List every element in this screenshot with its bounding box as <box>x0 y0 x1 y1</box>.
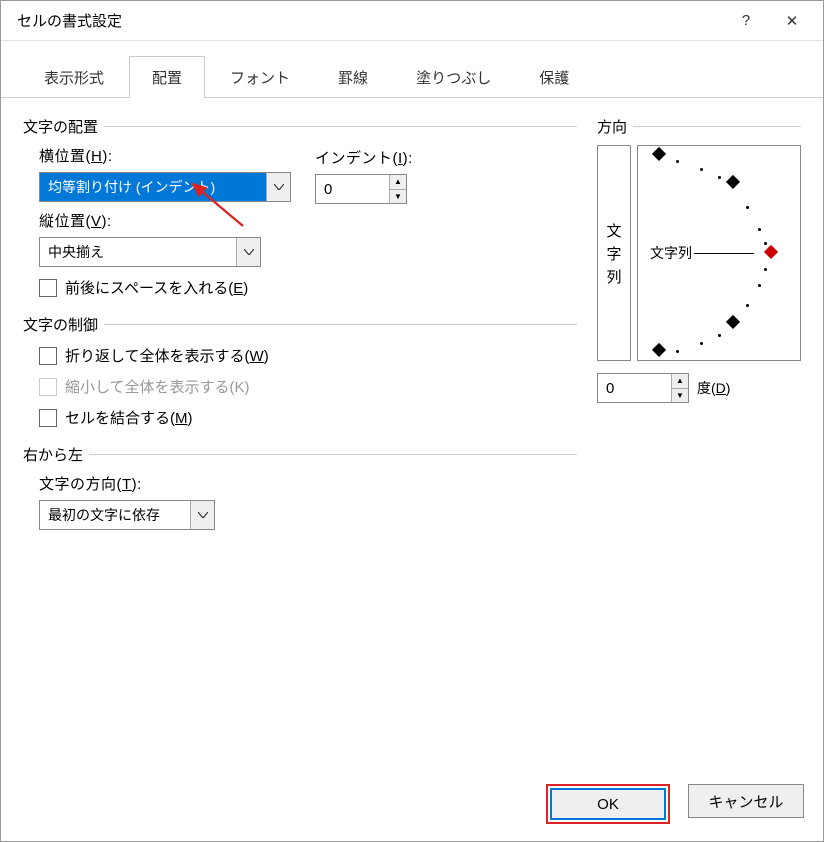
section-text-alignment: 文字の配置 <box>23 116 577 137</box>
shrink-to-fit-label: 縮小して全体を表示する(K) <box>65 376 250 397</box>
section-orientation: 方向 <box>597 116 801 137</box>
vertical-text-button[interactable]: 文 字 列 <box>597 145 631 361</box>
indent-down-button[interactable]: ▼ <box>390 190 406 204</box>
close-button[interactable]: ✕ <box>769 5 815 37</box>
tab-font[interactable]: フォント <box>207 56 313 98</box>
tab-fill[interactable]: 塗りつぶし <box>393 56 514 98</box>
degree-label: 度(D) <box>697 378 730 398</box>
degree-spinner[interactable]: ▲ ▼ <box>597 373 689 403</box>
horizontal-combo-text: 均等割り付け (インデント) <box>40 173 266 201</box>
justify-distributed-label: 前後にスペースを入れる(E) <box>65 277 248 298</box>
tab-border[interactable]: 罫線 <box>315 56 391 98</box>
indent-label: インデント(I): <box>315 147 413 168</box>
wrap-text-label: 折り返して全体を表示する(W) <box>65 345 269 366</box>
text-direction-combo[interactable]: 最初の文字に依存 <box>39 500 215 530</box>
indent-spinner[interactable]: ▲ ▼ <box>315 174 407 204</box>
horizontal-combo[interactable]: 均等割り付け (インデント) <box>39 172 291 202</box>
dialog-title: セルの書式設定 <box>17 10 723 31</box>
tab-alignment[interactable]: 配置 <box>129 56 205 98</box>
vertical-label: 縦位置(V): <box>39 210 261 231</box>
vertical-combo[interactable]: 中央揃え <box>39 237 261 267</box>
degree-input[interactable] <box>598 374 671 402</box>
tab-format[interactable]: 表示形式 <box>21 56 127 98</box>
degree-up-button[interactable]: ▲ <box>672 374 688 389</box>
indent-input[interactable] <box>316 175 389 203</box>
indent-up-button[interactable]: ▲ <box>390 175 406 190</box>
text-direction-label: 文字の方向(T): <box>39 473 215 494</box>
merge-cells-label: セルを結合する(M) <box>65 407 193 428</box>
text-direction-combo-text: 最初の文字に依存 <box>40 501 190 529</box>
ok-button[interactable]: OK <box>550 788 666 820</box>
section-rtl: 右から左 <box>23 444 577 465</box>
merge-cells-checkbox[interactable] <box>39 409 57 427</box>
tab-protection[interactable]: 保護 <box>516 56 592 98</box>
wrap-text-checkbox[interactable] <box>39 347 57 365</box>
horizontal-label: 横位置(H): <box>39 145 291 166</box>
shrink-to-fit-checkbox <box>39 378 57 396</box>
cancel-button[interactable]: キャンセル <box>688 784 804 818</box>
vertical-combo-text: 中央揃え <box>40 238 236 266</box>
chevron-down-icon <box>190 501 214 529</box>
justify-distributed-checkbox[interactable] <box>39 279 57 297</box>
chevron-down-icon <box>236 238 260 266</box>
tab-bar: 表示形式 配置 フォント 罫線 塗りつぶし 保護 <box>1 41 823 98</box>
degree-down-button[interactable]: ▼ <box>672 389 688 403</box>
chevron-down-icon <box>266 173 290 201</box>
orientation-dial-text: 文字列 <box>650 243 754 263</box>
orientation-dial[interactable]: 文字列 <box>637 145 801 361</box>
section-text-control: 文字の制御 <box>23 314 577 335</box>
help-button[interactable]: ? <box>723 5 769 37</box>
